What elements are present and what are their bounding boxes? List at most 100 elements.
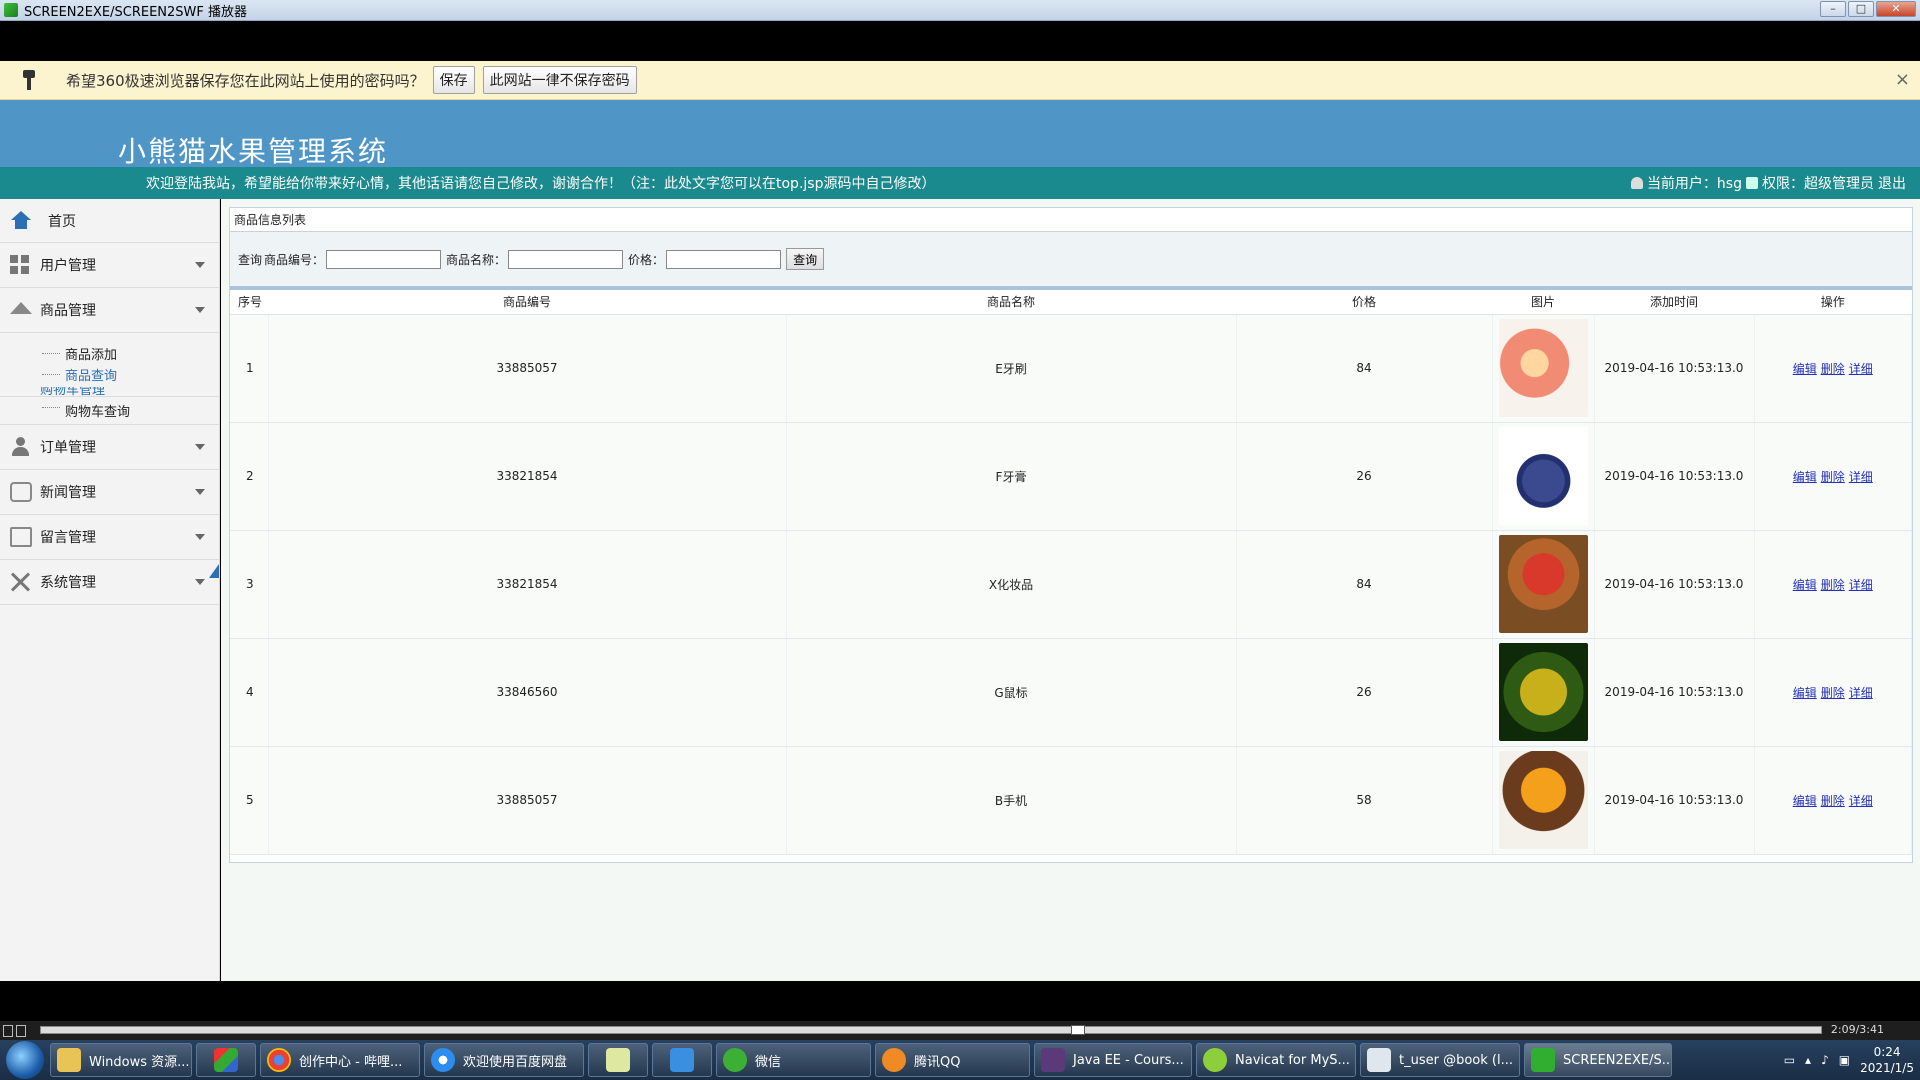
- tray-expand-icon[interactable]: ▴: [1805, 1053, 1811, 1067]
- close-icon[interactable]: ×: [1895, 69, 1910, 90]
- taskbar-item-chrome[interactable]: 创作中心 - 哔哩...: [260, 1043, 420, 1077]
- welcome-message: 欢迎登陆我站，希望能给你带来好心情，其他话语请您自己修改，谢谢合作！（注：此处文…: [146, 176, 936, 192]
- welcome-bar: 欢迎登陆我站，希望能给你带来好心情，其他话语请您自己修改，谢谢合作！（注：此处文…: [0, 167, 1920, 199]
- taskbar-item-baidu-netdisk[interactable]: 欢迎使用百度网盘: [424, 1043, 584, 1077]
- column-header: 价格: [1236, 290, 1492, 315]
- start-button[interactable]: [6, 1041, 44, 1079]
- sidebar-item-cart-management[interactable]: 购物车管理: [0, 387, 219, 397]
- submenu-cart-query[interactable]: 购物车查询: [0, 397, 219, 425]
- detail-link[interactable]: 详细: [1849, 686, 1873, 700]
- sidebar-item-home[interactable]: 首页: [0, 199, 219, 243]
- network-icon[interactable]: ▣: [1839, 1053, 1850, 1067]
- clock-time: 0:24: [1873, 1045, 1901, 1059]
- taskbar-item-pinned-2[interactable]: [588, 1043, 648, 1077]
- taskbar-item-label: 腾讯QQ: [914, 1054, 961, 1070]
- price-input[interactable]: [666, 249, 782, 269]
- submenu-goods-add[interactable]: 商品添加: [0, 343, 219, 364]
- sidebar-item-goods-management[interactable]: 商品管理: [0, 288, 219, 333]
- taskbar-item-t-user[interactable]: t_user @book (l...: [1360, 1043, 1520, 1077]
- taskbar-item-screen2exe[interactable]: SCREEN2EXE/S...: [1524, 1043, 1672, 1077]
- player-title: SCREEN2EXE/SCREEN2SWF 播放器: [24, 4, 247, 20]
- cell-time: 2019-04-16 10:53:13.0: [1594, 422, 1755, 531]
- detail-link[interactable]: 详细: [1849, 362, 1873, 376]
- never-save-password-button[interactable]: 此网站一律不保存密码: [482, 66, 637, 94]
- delete-link[interactable]: 删除: [1821, 362, 1845, 376]
- goods-code-input[interactable]: [326, 249, 442, 269]
- letterbox-bottom: [0, 981, 1920, 1021]
- detail-link[interactable]: 详细: [1849, 578, 1873, 592]
- taskbar-item-navicat[interactable]: Navicat for MyS...: [1196, 1043, 1356, 1077]
- clock[interactable]: 0:24 2021/1/5: [1860, 1044, 1914, 1076]
- goods-name-input[interactable]: [508, 249, 624, 269]
- cell-price: 84: [1236, 530, 1493, 639]
- submenu-goods-query[interactable]: 商品查询: [0, 364, 219, 385]
- cell-code: 33821854: [268, 530, 787, 639]
- cell-price: 26: [1236, 638, 1493, 747]
- chevron-down-icon: [195, 262, 205, 268]
- save-password-button[interactable]: 保存: [432, 66, 475, 94]
- column-header: 序号: [230, 290, 268, 315]
- taskbar-item-pinned-3[interactable]: [652, 1043, 712, 1077]
- taskbar-item-wechat[interactable]: 微信: [716, 1043, 871, 1077]
- chevron-down-icon: [195, 534, 205, 540]
- maximize-button[interactable]: □: [1848, 1, 1874, 17]
- rewind-icon[interactable]: [16, 1024, 26, 1037]
- taskbar-item-explorer[interactable]: Windows 资源...: [50, 1043, 192, 1077]
- sidebar-item-label: 首页: [48, 213, 76, 230]
- edit-link[interactable]: 编辑: [1793, 470, 1817, 484]
- sidebar-item-order-management[interactable]: 订单管理: [0, 425, 219, 470]
- cell-index: 2: [230, 422, 269, 531]
- news-icon: [10, 482, 32, 502]
- cell-price: 58: [1236, 746, 1493, 855]
- active-indicator-icon: [209, 564, 219, 578]
- taskbar-item-qq[interactable]: 腾讯QQ: [875, 1043, 1030, 1077]
- detail-link[interactable]: 详细: [1849, 794, 1873, 808]
- sidebar-item-system-management[interactable]: 系统管理: [0, 560, 219, 605]
- column-header: 操作: [1754, 290, 1912, 315]
- sidebar-item-label: 系统管理: [40, 575, 96, 591]
- sidebar-item-news-management[interactable]: 新闻管理: [0, 470, 219, 515]
- taskbar-item-label: t_user @book (l...: [1399, 1052, 1513, 1068]
- minimize-button[interactable]: –: [1820, 1, 1846, 17]
- delete-link[interactable]: 删除: [1821, 794, 1845, 808]
- close-window-button[interactable]: ✕: [1876, 1, 1916, 17]
- edit-link[interactable]: 编辑: [1793, 578, 1817, 592]
- pause-icon[interactable]: [3, 1024, 13, 1037]
- taskbar-item-label: Navicat for MyS...: [1235, 1052, 1350, 1068]
- delete-link[interactable]: 删除: [1821, 470, 1845, 484]
- keyboard-icon[interactable]: ▭: [1784, 1053, 1795, 1067]
- playback-progress[interactable]: [40, 1025, 1822, 1035]
- edit-link[interactable]: 编辑: [1793, 794, 1817, 808]
- edit-link[interactable]: 编辑: [1793, 362, 1817, 376]
- column-header: 商品名称: [786, 290, 1236, 315]
- logout-link[interactable]: 退出: [1878, 173, 1906, 193]
- cell-name: X化妆品: [786, 530, 1237, 639]
- sidebar-item-label: 新闻管理: [40, 485, 96, 501]
- delete-link[interactable]: 删除: [1821, 686, 1845, 700]
- search-label: 查询: [238, 252, 263, 267]
- detail-link[interactable]: 详细: [1849, 470, 1873, 484]
- user-info: 当前用户：hsg 权限：超级管理员 退出: [1630, 173, 1906, 193]
- sidebar: 首页 用户管理 商品管理 商品添加 商品查询 购物车管理 购物车查询 订单管理 …: [0, 199, 220, 981]
- sidebar-item-user-management[interactable]: 用户管理: [0, 243, 219, 288]
- edit-link[interactable]: 编辑: [1793, 686, 1817, 700]
- cell-image: [1492, 422, 1595, 531]
- sidebar-item-message-management[interactable]: 留言管理: [0, 515, 219, 560]
- taskbar-item-label: Windows 资源...: [89, 1054, 190, 1070]
- grid-icon: [10, 255, 32, 275]
- cell-index: 1: [230, 314, 269, 423]
- cell-code: 33846560: [268, 638, 787, 747]
- table-icon: [1367, 1048, 1391, 1072]
- delete-link[interactable]: 删除: [1821, 578, 1845, 592]
- search-button[interactable]: 查询: [786, 248, 825, 270]
- cell-code: 33821854: [268, 422, 787, 531]
- progress-handle[interactable]: [1071, 1025, 1085, 1035]
- taskbar-item-java-ee[interactable]: Java EE - Cours...: [1034, 1043, 1192, 1077]
- taskbar-item-pinned[interactable]: [196, 1043, 256, 1077]
- volume-icon[interactable]: ♪: [1821, 1053, 1829, 1067]
- taskbar-item-label: Java EE - Cours...: [1073, 1052, 1184, 1068]
- cell-name: G鼠标: [786, 638, 1237, 747]
- main-content: 商品信息列表 查询 商品编号： 商品名称： 价格： 查询 序号 商品编号 商品名…: [221, 199, 1920, 981]
- cell-name: E牙刷: [786, 314, 1237, 423]
- playback-time: 2:09/3:41: [1830, 1023, 1884, 1036]
